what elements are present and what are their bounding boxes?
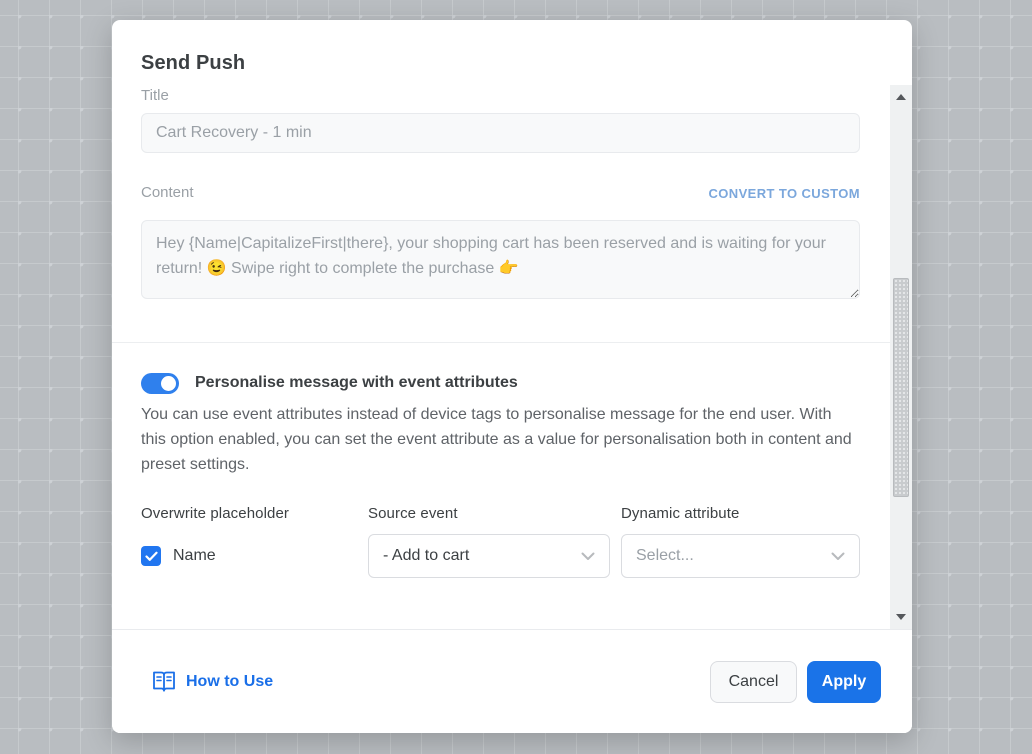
source-event-dropdown[interactable]: - Add to cart bbox=[368, 534, 610, 578]
scrollbar[interactable] bbox=[890, 85, 912, 629]
apply-button[interactable]: Apply bbox=[807, 661, 881, 703]
dynamic-attribute-dropdown[interactable]: Select... bbox=[621, 534, 860, 578]
overwrite-placeholder-cell: Name bbox=[141, 546, 368, 566]
send-push-dialog: Send Push Title Content CONVERT TO CUSTO… bbox=[112, 20, 912, 733]
checkmark-icon bbox=[145, 551, 158, 562]
dialog-title: Send Push bbox=[141, 51, 882, 75]
attribute-row: Name - Add to cart Select... bbox=[141, 534, 860, 578]
dialog-body: Title Content CONVERT TO CUSTOM Hey {Nam… bbox=[112, 85, 890, 629]
triangle-down-icon[interactable] bbox=[896, 614, 906, 620]
name-checkbox[interactable] bbox=[141, 546, 161, 566]
personalise-description: You can use event attributes instead of … bbox=[141, 402, 860, 477]
toggle-knob-icon bbox=[161, 376, 176, 391]
canvas-background: Send Push Title Content CONVERT TO CUSTO… bbox=[0, 0, 1032, 754]
content-label-row: Content CONVERT TO CUSTOM bbox=[141, 185, 860, 201]
how-to-use-label: How to Use bbox=[186, 673, 273, 691]
content-label: Content bbox=[141, 185, 194, 201]
triangle-up-icon[interactable] bbox=[896, 94, 906, 100]
dynamic-attribute-header: Dynamic attribute bbox=[621, 505, 860, 522]
dialog-footer: How to Use Cancel Apply bbox=[112, 629, 912, 733]
section-divider bbox=[112, 342, 890, 343]
cancel-button[interactable]: Cancel bbox=[710, 661, 797, 703]
chevron-down-icon bbox=[581, 552, 595, 561]
dialog-header: Send Push bbox=[112, 20, 912, 75]
content-textarea[interactable]: Hey {Name|CapitalizeFirst|there}, your s… bbox=[141, 220, 860, 299]
footer-buttons: Cancel Apply bbox=[710, 661, 881, 703]
scrollbar-thumb[interactable] bbox=[893, 278, 909, 497]
personalise-toggle-label: Personalise message with event attribute… bbox=[195, 374, 518, 392]
chevron-down-icon bbox=[831, 552, 845, 561]
open-book-icon bbox=[152, 671, 176, 693]
name-checkbox-label: Name bbox=[173, 547, 216, 565]
personalise-toggle[interactable] bbox=[141, 373, 179, 394]
convert-to-custom-link[interactable]: CONVERT TO CUSTOM bbox=[709, 186, 861, 201]
overwrite-placeholder-header: Overwrite placeholder bbox=[141, 505, 368, 522]
attribute-column-headers: Overwrite placeholder Source event Dynam… bbox=[141, 505, 860, 522]
source-event-header: Source event bbox=[368, 505, 610, 522]
title-input[interactable] bbox=[141, 113, 860, 153]
title-label: Title bbox=[141, 88, 860, 104]
how-to-use-link[interactable]: How to Use bbox=[152, 671, 273, 693]
dynamic-attribute-value: Select... bbox=[636, 547, 694, 565]
personalise-toggle-row: Personalise message with event attribute… bbox=[141, 371, 860, 395]
source-event-value: - Add to cart bbox=[383, 547, 469, 565]
